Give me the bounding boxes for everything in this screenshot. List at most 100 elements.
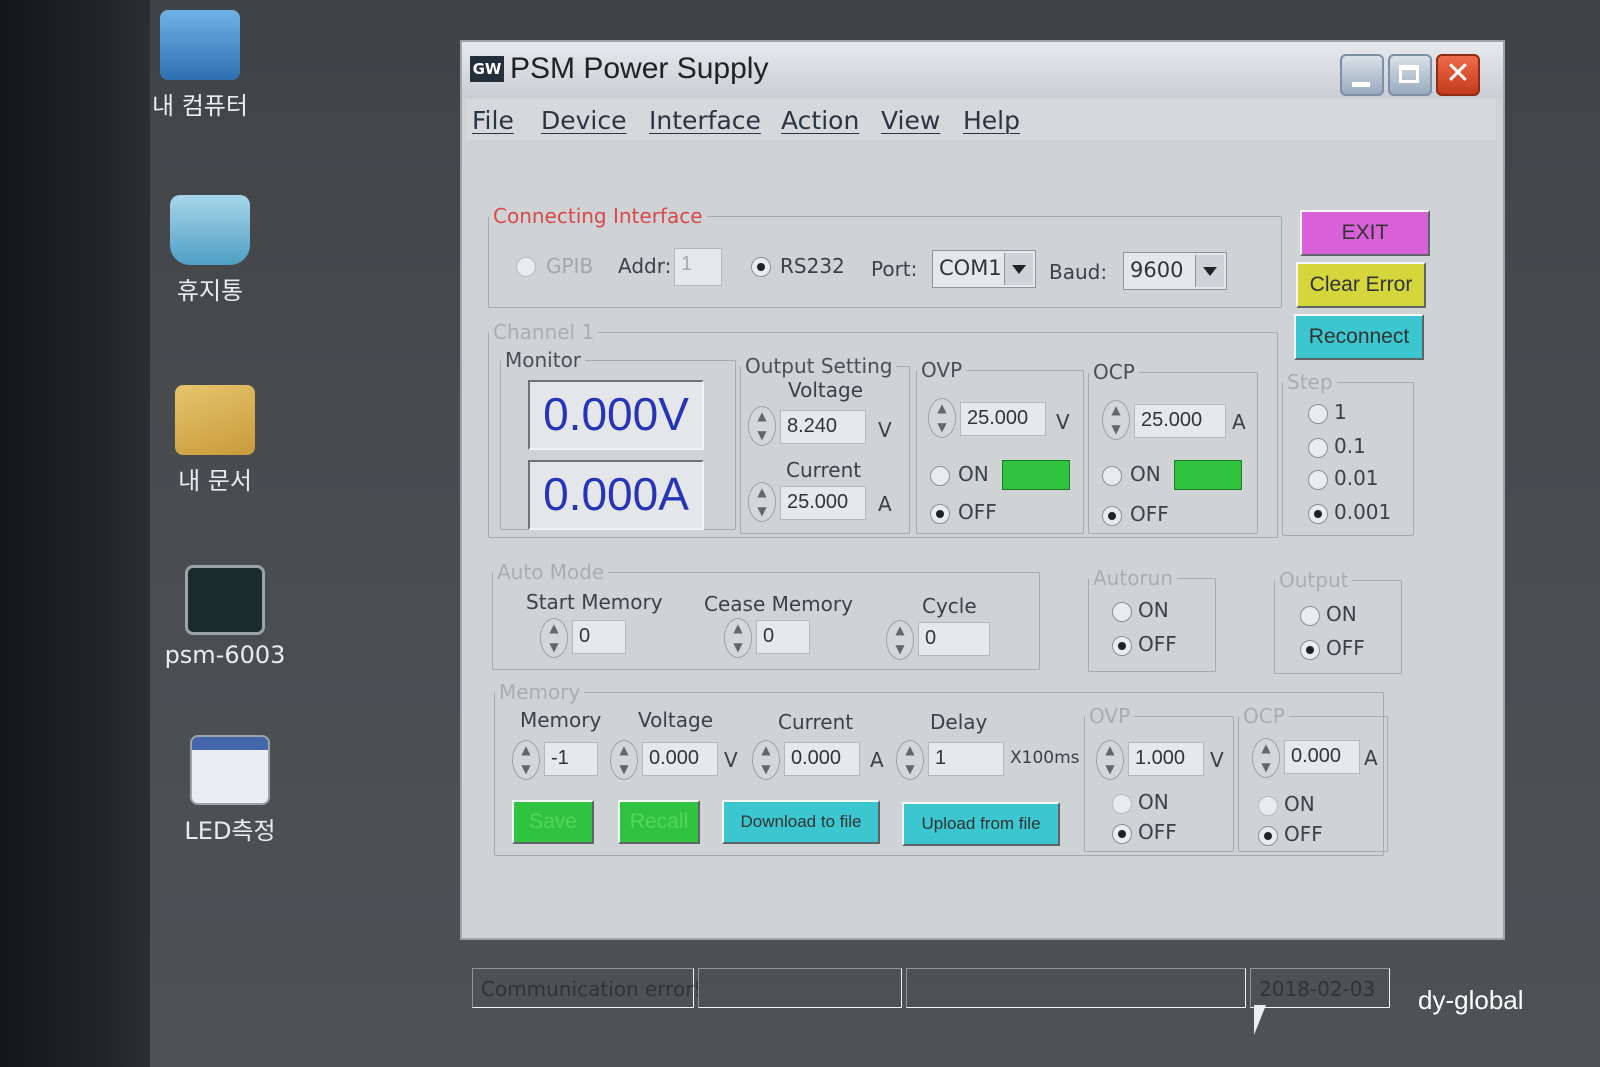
ocp-off-label: OFF <box>1130 502 1169 526</box>
menu-help[interactable]: Help <box>963 106 1020 135</box>
monitor-bezel <box>0 0 150 1067</box>
desktop-icon-my-computer[interactable]: 내 컴퓨터 <box>125 10 275 121</box>
memory-ocp-off-label: OFF <box>1284 822 1323 846</box>
computer-icon <box>160 10 240 80</box>
my-documents-icon <box>175 385 255 455</box>
ocp-spinner[interactable]: ▲ ▼ <box>1102 400 1130 440</box>
ovp-spinner[interactable]: ▲ ▼ <box>928 398 956 438</box>
connecting-interface-legend: Connecting Interface <box>493 204 703 228</box>
memory-number-label: Memory <box>520 708 602 732</box>
ocp-on-label: ON <box>1130 462 1161 486</box>
step-radio-1[interactable] <box>1308 404 1328 424</box>
step-label-0.01: 0.01 <box>1334 466 1379 490</box>
memory-ovp-off-radio[interactable] <box>1112 824 1132 844</box>
memory-ocp-on-radio[interactable] <box>1258 796 1278 816</box>
ovp-off-label: OFF <box>958 500 997 524</box>
minimize-button[interactable] <box>1340 54 1384 96</box>
cease-memory-input[interactable]: 0 <box>756 620 810 654</box>
desktop-icon-label: 휴지통 <box>176 277 244 305</box>
ovp-unit: V <box>1056 410 1070 434</box>
cycle-label: Cycle <box>922 594 977 618</box>
step-radio-0.001[interactable] <box>1308 504 1328 524</box>
monitor-legend: Monitor <box>505 348 582 372</box>
menu-file[interactable]: File <box>472 106 514 135</box>
step-radio-0.1[interactable] <box>1308 438 1328 458</box>
autorun-off-radio[interactable] <box>1112 636 1132 656</box>
autorun-off-label: OFF <box>1138 632 1177 656</box>
memory-ovp-input[interactable]: 1.000 <box>1128 742 1204 776</box>
cease-memory-label: Cease Memory <box>704 592 853 616</box>
ocp-off-radio[interactable] <box>1102 506 1122 526</box>
start-memory-input[interactable]: 0 <box>572 620 626 654</box>
reconnect-button[interactable]: Reconnect <box>1294 314 1424 360</box>
memory-ovp-spinner[interactable]: ▲ ▼ <box>1096 740 1124 780</box>
gpib-radio[interactable] <box>516 257 536 277</box>
addr-input[interactable]: 1 <box>674 248 722 286</box>
status-date: 2018-02-03 <box>1250 968 1390 1008</box>
menu-interface[interactable]: Interface <box>649 106 761 135</box>
cycle-input[interactable]: 0 <box>918 622 990 656</box>
baud-label: Baud: <box>1049 260 1108 284</box>
desktop-icon-my-documents[interactable]: 내 문서 <box>140 385 290 496</box>
ocp-indicator <box>1174 460 1242 490</box>
menu-view[interactable]: View <box>881 106 940 135</box>
delay-spinner[interactable]: ▲ ▼ <box>896 740 924 780</box>
memory-voltage-spinner[interactable]: ▲ ▼ <box>610 740 638 780</box>
clear-error-button[interactable]: Clear Error <box>1296 262 1426 308</box>
output-on-radio[interactable] <box>1300 606 1320 626</box>
memory-ocp-unit: A <box>1364 746 1378 770</box>
ocp-on-radio[interactable] <box>1102 466 1122 486</box>
memory-ocp-spinner[interactable]: ▲ ▼ <box>1252 738 1280 778</box>
memory-current-spinner[interactable]: ▲ ▼ <box>752 740 780 780</box>
psm-shortcut-icon <box>185 565 265 635</box>
memory-number-input[interactable]: -1 <box>544 742 598 776</box>
current-unit: A <box>878 492 892 516</box>
autorun-on-radio[interactable] <box>1112 602 1132 622</box>
ocp-input[interactable]: 25.000 <box>1134 404 1226 438</box>
current-input[interactable]: 25.000 <box>780 486 866 520</box>
voltage-spinner[interactable]: ▲ ▼ <box>748 406 776 446</box>
ovp-on-radio[interactable] <box>930 466 950 486</box>
recall-button[interactable]: Recall <box>618 800 700 844</box>
cease-memory-spinner[interactable]: ▲ ▼ <box>724 618 752 658</box>
desktop-icon-psm[interactable]: psm-6003 <box>150 565 300 669</box>
rs232-radio[interactable] <box>751 257 771 277</box>
voltage-input[interactable]: 8.240 <box>780 410 866 444</box>
output-off-radio[interactable] <box>1300 640 1320 660</box>
output-legend: Output <box>1279 568 1349 592</box>
desktop-icon-recycle-bin[interactable]: 휴지통 <box>135 195 285 306</box>
current-spinner[interactable]: ▲ ▼ <box>748 482 776 522</box>
addr-label: Addr: <box>618 254 672 278</box>
menu-device[interactable]: Device <box>541 106 627 135</box>
maximize-button[interactable] <box>1388 54 1432 96</box>
delay-input[interactable]: 1 <box>928 742 1004 776</box>
desktop-icon-led[interactable]: LED측정 <box>155 735 305 846</box>
ovp-off-radio[interactable] <box>930 504 950 524</box>
memory-current-input[interactable]: 0.000 <box>784 742 860 776</box>
download-to-file-button[interactable]: Download to file <box>722 800 880 844</box>
auto-mode-legend: Auto Mode <box>497 560 605 584</box>
menu-action[interactable]: Action <box>781 106 859 135</box>
upload-from-file-button[interactable]: Upload from file <box>902 802 1060 846</box>
title-bar[interactable]: GW PSM Power Supply ✕ <box>462 42 1503 98</box>
start-memory-spinner[interactable]: ▲ ▼ <box>540 618 568 658</box>
exit-button[interactable]: EXIT <box>1300 210 1430 256</box>
chevron-down-icon <box>1004 253 1033 285</box>
memory-number-spinner[interactable]: ▲ ▼ <box>512 740 540 780</box>
save-button[interactable]: Save <box>512 800 594 844</box>
step-label-0.1: 0.1 <box>1334 434 1366 458</box>
memory-voltage-input[interactable]: 0.000 <box>642 742 718 776</box>
cycle-spinner[interactable]: ▲ ▼ <box>886 620 914 660</box>
memory-ovp-on-radio[interactable] <box>1112 794 1132 814</box>
recycle-bin-icon <box>170 195 250 265</box>
port-select[interactable]: COM1 <box>932 250 1036 288</box>
memory-ovp-legend: OVP <box>1089 704 1131 728</box>
step-radio-0.01[interactable] <box>1308 470 1328 490</box>
status-cell-empty-2 <box>906 968 1246 1008</box>
baud-select[interactable]: 9600 <box>1123 252 1227 290</box>
ovp-input[interactable]: 25.000 <box>960 402 1046 436</box>
mouse-cursor-icon <box>1254 1005 1266 1035</box>
memory-ocp-off-radio[interactable] <box>1258 826 1278 846</box>
close-button[interactable]: ✕ <box>1436 54 1480 96</box>
memory-ocp-input[interactable]: 0.000 <box>1284 740 1360 774</box>
